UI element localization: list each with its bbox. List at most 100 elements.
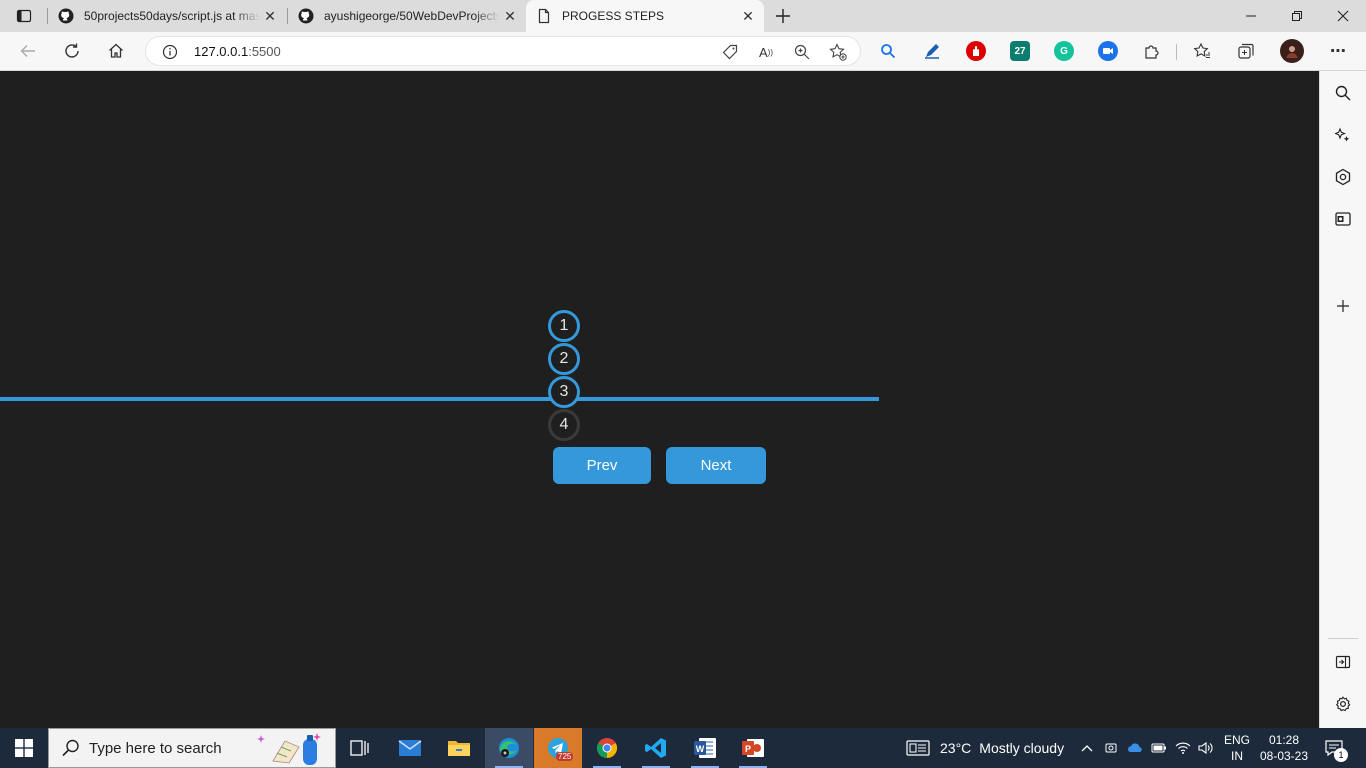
pen-extension-icon[interactable] [922,41,942,61]
favorites-icon[interactable] [1192,41,1212,61]
task-view-button[interactable] [336,728,384,768]
tab-actions-button[interactable] [8,4,40,28]
folder-icon [448,741,470,756]
task-view-icon [350,740,369,756]
github-icon [58,8,74,24]
sidebar-hide-icon[interactable] [1332,651,1354,673]
word-icon: W [694,738,716,758]
chrome-app[interactable] [583,728,631,768]
new-tab-button[interactable] [770,4,796,28]
collections-icon[interactable] [1236,41,1256,61]
refresh-icon [65,43,79,58]
close-tab-icon[interactable]: ✕ [260,6,280,26]
adblock-extension-icon[interactable] [966,41,986,61]
restore-icon [1292,11,1302,21]
sidebar-outlook-icon[interactable] [1332,208,1354,230]
svg-text:P: P [745,744,751,754]
zoom-icon[interactable] [792,42,812,62]
progress-bar [0,397,879,401]
search-icon [62,739,79,757]
video-extension-icon[interactable] [1098,41,1118,61]
volume-tray-icon[interactable] [1197,738,1215,758]
extensions-puzzle-icon[interactable] [1142,41,1162,61]
more-menu-icon[interactable]: ⋯ [1328,41,1348,61]
telegram-app[interactable]: 725 [534,728,582,768]
prev-button[interactable]: Prev [553,447,651,484]
close-tab-icon[interactable]: ✕ [738,6,758,26]
battery-tray-icon[interactable] [1150,738,1168,758]
sidebar-add-icon[interactable] [1332,295,1354,317]
wifi-tray-icon[interactable] [1174,738,1192,758]
windows-logo-icon [15,739,33,757]
weather-description: Mostly cloudy [979,740,1065,756]
weather-widget[interactable]: 23°C Mostly cloudy [906,728,1064,768]
language-code: ENG [1223,733,1250,747]
sidebar-shopping-icon[interactable] [1332,166,1354,188]
edge-app[interactable] [485,728,533,768]
address-bar[interactable]: 127.0.0.1:5500 A)) [145,36,861,66]
info-icon[interactable] [162,44,178,60]
next-button[interactable]: Next [666,447,766,484]
step-circle-1: 1 [548,310,580,342]
home-button[interactable] [101,37,131,65]
mail-app[interactable] [386,728,434,768]
refresh-button[interactable] [57,37,87,65]
telegram-badge: 725 [556,752,574,761]
chevron-up-icon [1081,745,1093,752]
notifications-button[interactable]: 1 [1322,736,1348,762]
search-placeholder: Type here to search [89,739,222,757]
input-language[interactable]: ENG IN [1222,732,1252,764]
svg-text:W: W [696,744,705,754]
favorite-add-icon[interactable] [828,42,848,62]
start-button[interactable] [0,728,48,768]
url-port: :5500 [248,44,281,59]
restore-button[interactable] [1274,0,1320,32]
grammarly-extension-icon[interactable]: G [1054,41,1074,61]
home-icon [109,43,123,58]
calendar-extension-icon[interactable]: 27 [1010,41,1030,61]
edge-icon [499,738,519,758]
tag-icon[interactable] [720,42,740,62]
minimize-icon [1246,15,1256,17]
minimize-button[interactable] [1228,0,1274,32]
vscode-app[interactable] [632,728,680,768]
tab-progress-steps[interactable]: PROGESS STEPS ✕ [526,0,764,32]
word-app[interactable]: W [681,728,729,768]
clock-time: 01:28 [1268,733,1300,747]
close-tab-icon[interactable]: ✕ [500,6,520,26]
weather-temp: 23°C [940,740,972,756]
search-extension-icon[interactable] [878,41,898,61]
weather-icon [906,740,930,756]
close-window-button[interactable] [1320,0,1366,32]
close-icon [1337,10,1349,22]
camera-tray-icon[interactable] [1102,738,1120,758]
page-icon [538,8,550,24]
powerpoint-app[interactable]: P [729,728,777,768]
web-page: 1 2 3 4 Prev Next [0,71,1319,728]
file-explorer-app[interactable] [435,728,483,768]
tab-title: PROGESS STEPS [562,9,665,23]
github-icon [298,8,314,24]
sidebar-settings-icon[interactable] [1332,693,1354,715]
sidebar-discover-icon[interactable] [1332,124,1354,146]
tab-github-script[interactable]: 50projects50days/script.js at master ✕ [48,0,286,32]
powerpoint-icon: P [742,739,764,757]
taskbar-search-box[interactable]: Type here to search [48,728,336,768]
show-hidden-icons-button[interactable] [1078,738,1096,758]
arrow-left-icon [20,45,35,57]
url-text: 127.0.0.1:5500 [194,44,281,59]
clock-date: 08-03-23 [1259,749,1309,763]
browser-toolbar: 127.0.0.1:5500 A)) 27 G ⋯ [0,32,1366,71]
plus-icon [776,9,790,23]
clock[interactable]: 01:28 08-03-23 [1256,732,1312,764]
tab-github-repo[interactable]: ayushigeorge/50WebDevProjects ✕ [288,0,526,32]
tab-actions-icon [16,9,32,23]
onedrive-tray-icon[interactable] [1126,738,1144,758]
profile-avatar[interactable] [1280,39,1304,63]
region-code: IN [1231,749,1243,763]
step-circle-3: 3 [548,376,580,408]
read-aloud-icon[interactable]: A)) [756,42,776,62]
sidebar-search-icon[interactable] [1332,82,1354,104]
back-button[interactable] [13,37,43,65]
url-host: 127.0.0.1 [194,44,249,59]
